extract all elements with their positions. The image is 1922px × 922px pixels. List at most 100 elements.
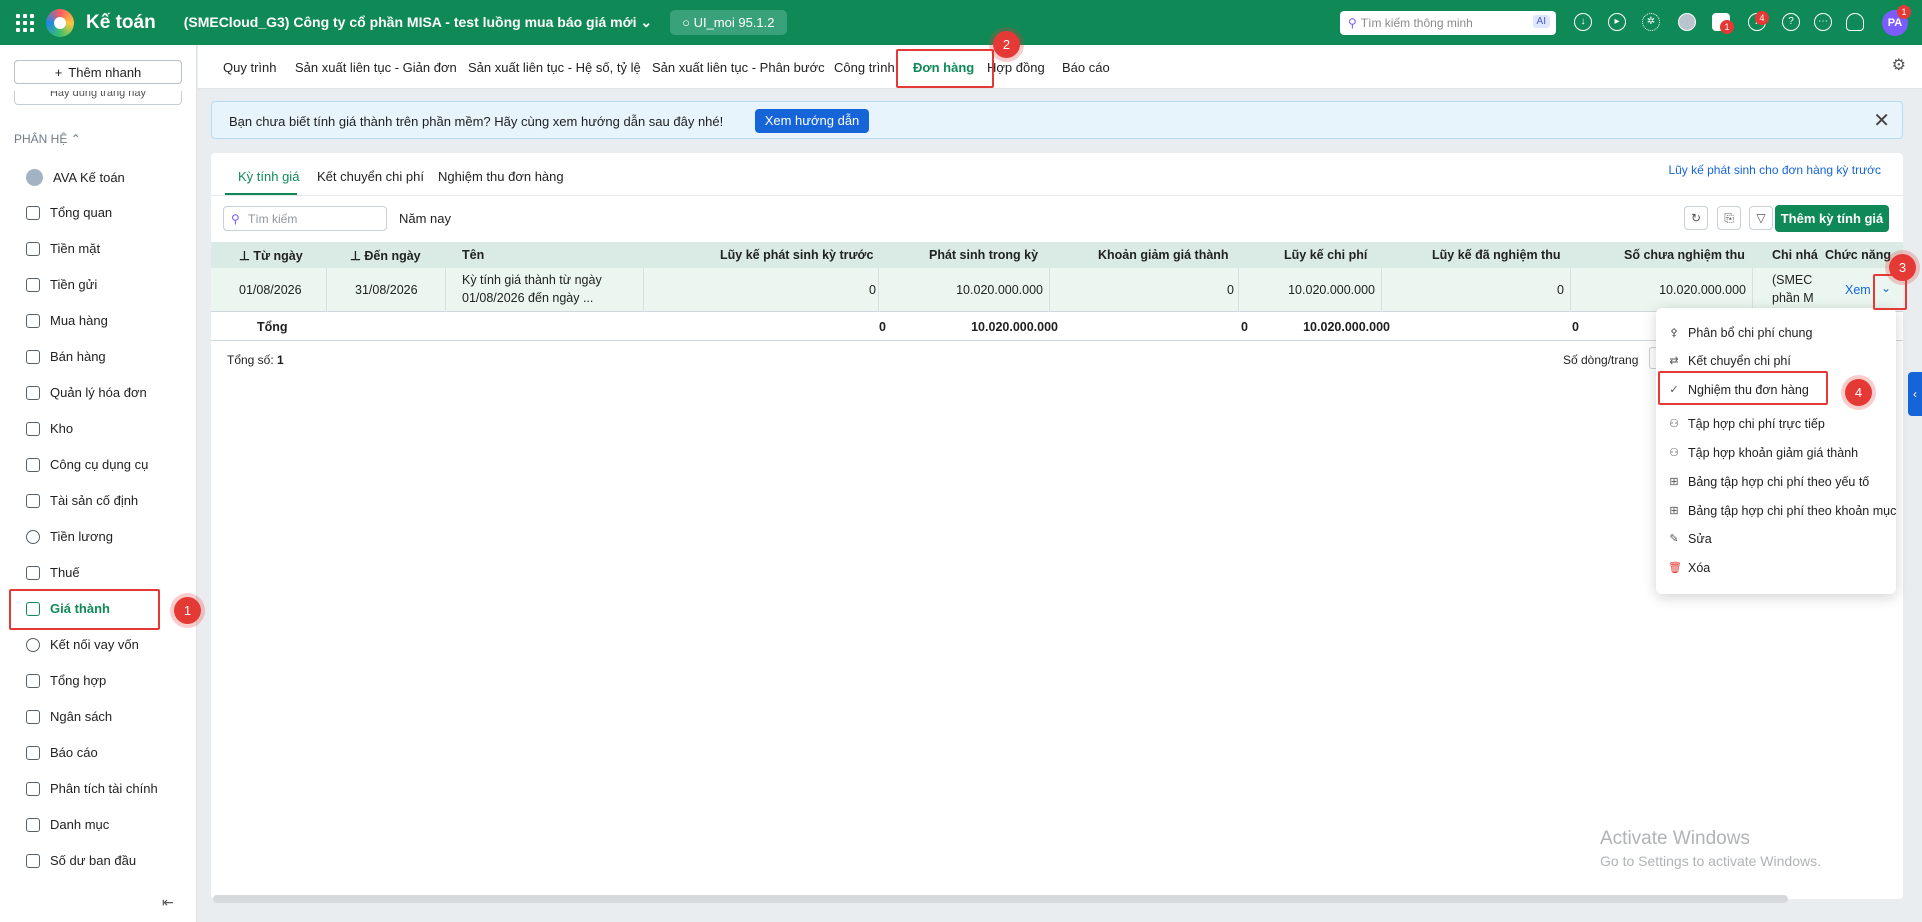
search-icon: ⚲	[1348, 16, 1357, 30]
company-selector[interactable]: (SMECloud_G3) Công ty cổ phần MISA - tes…	[184, 14, 652, 31]
tab-contracts[interactable]: Hợp đồng	[987, 60, 1045, 75]
company-name: (SMECloud_G3) Công ty cổ phần MISA - tes…	[183, 14, 637, 30]
tab-reports[interactable]: Báo cáo	[1062, 60, 1110, 75]
sidebar-item-tools[interactable]: Công cụ dụng cụ	[26, 457, 148, 472]
menu-item-direct-cost[interactable]: ⚇ Tập hợp chi phí trực tiếp	[1668, 417, 1825, 431]
sidebar-item-deposit[interactable]: Tiền gửi	[26, 277, 97, 292]
menu-item-delete[interactable]: 🗑 Xóa	[1668, 561, 1710, 575]
tab-ratio-production[interactable]: Sản xuất liên tục - Hệ số, tỷ lệ	[468, 60, 641, 75]
view-guide-button[interactable]: Xem hướng dẫn	[755, 109, 869, 133]
gear-icon[interactable]: ✲	[1642, 13, 1660, 31]
add-cost-period-button[interactable]: Thêm kỳ tính giá	[1775, 205, 1889, 232]
header-prior-accumulated[interactable]: Lũy kế phát sinh kỳ trước	[720, 248, 873, 262]
sidebar-item-loan[interactable]: Kết nối vay vốn	[26, 637, 139, 652]
column-divider	[643, 268, 644, 312]
sidebar-item-tax[interactable]: Thuế	[26, 565, 80, 580]
header-accepted[interactable]: Lũy kế đã nghiệm thu	[1432, 248, 1561, 262]
quick-add-button[interactable]: + Thêm nhanh	[14, 60, 182, 84]
sidebar-item-opening-balance[interactable]: Số dư ban đầu	[26, 853, 136, 868]
help-icon[interactable]: ?	[1782, 13, 1800, 31]
total-accumulated: 10.020.000.000	[1303, 320, 1390, 334]
menu-item-cost-by-item[interactable]: ⊞ Bảng tập hợp chi phí theo khoản mục	[1668, 504, 1896, 518]
menu-item-cost-reduction[interactable]: ⚇ Tập hợp khoản giảm giá thành	[1668, 446, 1858, 460]
header-to-date[interactable]: ⊥ Đến ngày	[350, 248, 421, 263]
sidebar-item-invoices[interactable]: Quản lý hóa đơn	[26, 385, 147, 400]
tab-simple-production[interactable]: Sản xuất liên tục - Giản đơn	[295, 60, 457, 75]
column-divider	[1238, 268, 1239, 312]
notification-badge: 4	[1755, 11, 1769, 25]
header-branch[interactable]: Chi nhá	[1772, 248, 1818, 262]
header-in-period[interactable]: Phát sinh trong kỳ	[929, 248, 1038, 262]
more-icon[interactable]: ⋯	[1814, 13, 1832, 31]
play-icon[interactable]: ▸	[1608, 13, 1626, 31]
subtab-cost-period[interactable]: Kỳ tính giá	[238, 169, 299, 184]
header-cost-reduction[interactable]: Khoản giảm giá thành	[1098, 248, 1229, 262]
activation-watermark-subtitle: Go to Settings to activate Windows.	[1600, 853, 1821, 869]
header-accumulated-cost[interactable]: Lũy kế chi phí	[1284, 248, 1367, 262]
highlight-box-acceptance	[1658, 371, 1828, 405]
menu-item-allocate-overhead[interactable]: ⚴ Phân bổ chi phí chung	[1668, 326, 1812, 340]
download-icon[interactable]: ↓	[1574, 13, 1592, 31]
sidebar-item-purchase[interactable]: Mua hàng	[26, 313, 108, 328]
trash-icon: 🗑	[1668, 562, 1682, 574]
column-divider	[1049, 268, 1050, 312]
view-link[interactable]: Xem	[1845, 283, 1871, 297]
export-icon[interactable]: ⎘	[1717, 206, 1741, 230]
menu-item-transfer-cost[interactable]: ⇄ Kết chuyển chi phí	[1668, 354, 1790, 368]
cell-from-date: 01/08/2026	[239, 283, 302, 297]
collapse-sidebar-icon[interactable]: ⇤	[162, 894, 186, 914]
tab-construction[interactable]: Công trình	[834, 60, 895, 75]
tab-workflow[interactable]: Quy trình	[223, 60, 276, 75]
sidebar-item-ava[interactable]: AVA Kế toán	[26, 169, 125, 186]
sidebar-item-label: Danh mục	[50, 817, 110, 832]
menu-item-label: Sửa	[1688, 532, 1712, 546]
sidebar-item-overview[interactable]: Tổng quan	[26, 205, 112, 220]
environment-badge[interactable]: ○ UI_moi 95.1.2	[670, 10, 787, 35]
subtab-order-acceptance[interactable]: Nghiệm thu đơn hàng	[438, 169, 564, 184]
tab-step-production[interactable]: Sản xuất liên tục - Phân bước	[652, 60, 825, 75]
sidebar-item-sales[interactable]: Bán hàng	[26, 349, 106, 364]
sidebar-item-cash[interactable]: Tiền mặt	[26, 241, 100, 256]
header-from-date[interactable]: ⊥ Từ ngày	[239, 248, 303, 263]
shopping-bag-icon	[26, 313, 40, 328]
sidebar-item-payroll[interactable]: Tiền lương	[26, 529, 113, 544]
smart-search-input[interactable]: ⚲ Tìm kiếm thông minh AI	[1340, 11, 1556, 35]
total-row: Tổng 0 10.020.000.000 0 10.020.000.000 0	[211, 313, 1903, 341]
profile-icon[interactable]	[1846, 13, 1864, 31]
record-count: Tổng số: 1	[227, 353, 284, 367]
chat-badge: 1	[1720, 20, 1734, 34]
sidebar-item-label: Công cụ dụng cụ	[50, 457, 149, 472]
app-launcher-icon[interactable]	[16, 13, 34, 32]
grid-search-input[interactable]: ⚲ Tìm kiếm	[223, 206, 387, 231]
menu-item-cost-by-element[interactable]: ⊞ Bảng tập hợp chi phí theo yếu tố	[1668, 475, 1869, 489]
refresh-icon[interactable]: ↻	[1684, 206, 1708, 230]
sidebar-item-warehouse[interactable]: Kho	[26, 421, 73, 436]
header-not-accepted[interactable]: Số chưa nghiệm thu	[1624, 248, 1745, 262]
header-name[interactable]: Tên	[462, 248, 484, 262]
sidebar-clipped-item[interactable]: Hãy dùng trang này	[14, 91, 182, 105]
period-filter[interactable]: Năm nay	[399, 211, 451, 226]
menu-item-label: Tập hợp khoản giảm giá thành	[1688, 446, 1859, 460]
sidebar-item-catalog[interactable]: Danh mục	[26, 817, 109, 832]
horizontal-scrollbar[interactable]	[213, 895, 1788, 903]
sidebar-item-analysis[interactable]: Phân tích tài chính	[26, 781, 158, 796]
table-row[interactable]: 01/08/2026 31/08/2026 Kỳ tính giá thành …	[211, 268, 1903, 312]
close-icon[interactable]: ✕	[1873, 108, 1890, 133]
filter-icon[interactable]: ▽	[1749, 206, 1773, 230]
column-settings-icon[interactable]: ⚙	[1892, 55, 1906, 75]
section-title[interactable]: PHÂN HỆ ⌃	[14, 132, 81, 146]
sidebar-item-reports[interactable]: Báo cáo	[26, 745, 98, 760]
menu-item-label: Xóa	[1688, 561, 1711, 575]
subtab-cost-transfer[interactable]: Kết chuyển chi phí	[317, 169, 424, 184]
sidebar-item-summary[interactable]: Tổng hợp	[26, 673, 106, 688]
step-marker-1: 1	[174, 597, 201, 624]
menu-item-edit[interactable]: ✎ Sửa	[1668, 532, 1712, 546]
active-tab-indicator	[903, 40, 975, 43]
user-photo-icon[interactable]	[1678, 13, 1696, 31]
column-divider	[878, 268, 879, 312]
sidebar-item-fixed-assets[interactable]: Tài sản cố định	[26, 493, 138, 508]
cart-icon	[26, 349, 40, 364]
prior-period-link[interactable]: Lũy kế phát sinh cho đơn hàng kỳ trước	[1668, 163, 1881, 177]
sidebar-item-budget[interactable]: Ngân sách	[26, 709, 112, 724]
side-panel-handle[interactable]: ‹	[1908, 372, 1922, 416]
